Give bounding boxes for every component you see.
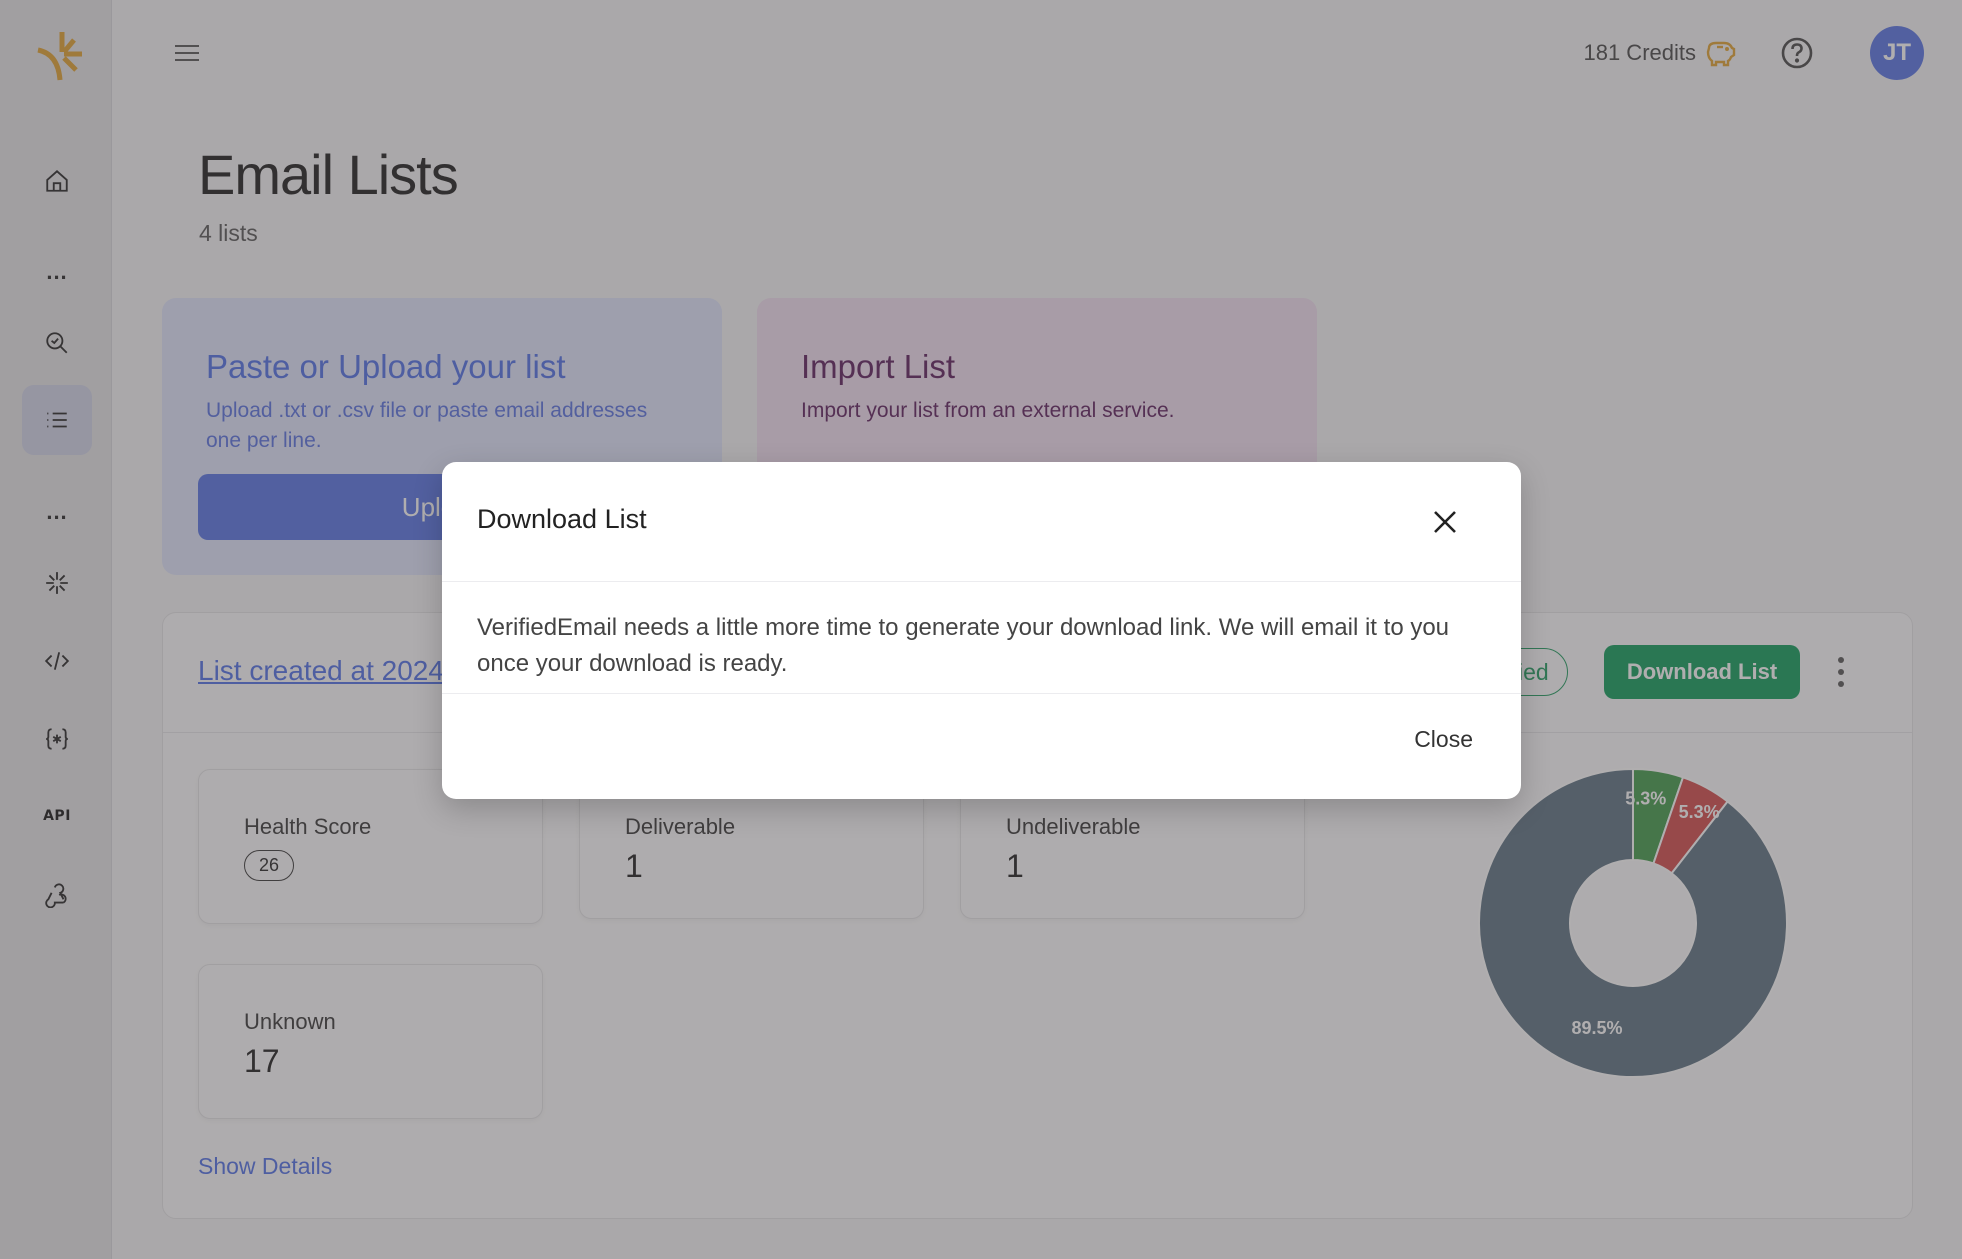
modal-footer: Close xyxy=(442,694,1521,798)
modal-title: Download List xyxy=(477,504,647,534)
download-list-modal: Download List VerifiedEmail needs a litt… xyxy=(442,462,1521,799)
modal-message: VerifiedEmail needs a little more time t… xyxy=(442,582,1521,694)
close-button[interactable]: Close xyxy=(1406,720,1481,759)
modal-header: Download List xyxy=(442,462,1521,582)
close-icon[interactable] xyxy=(1430,507,1460,537)
